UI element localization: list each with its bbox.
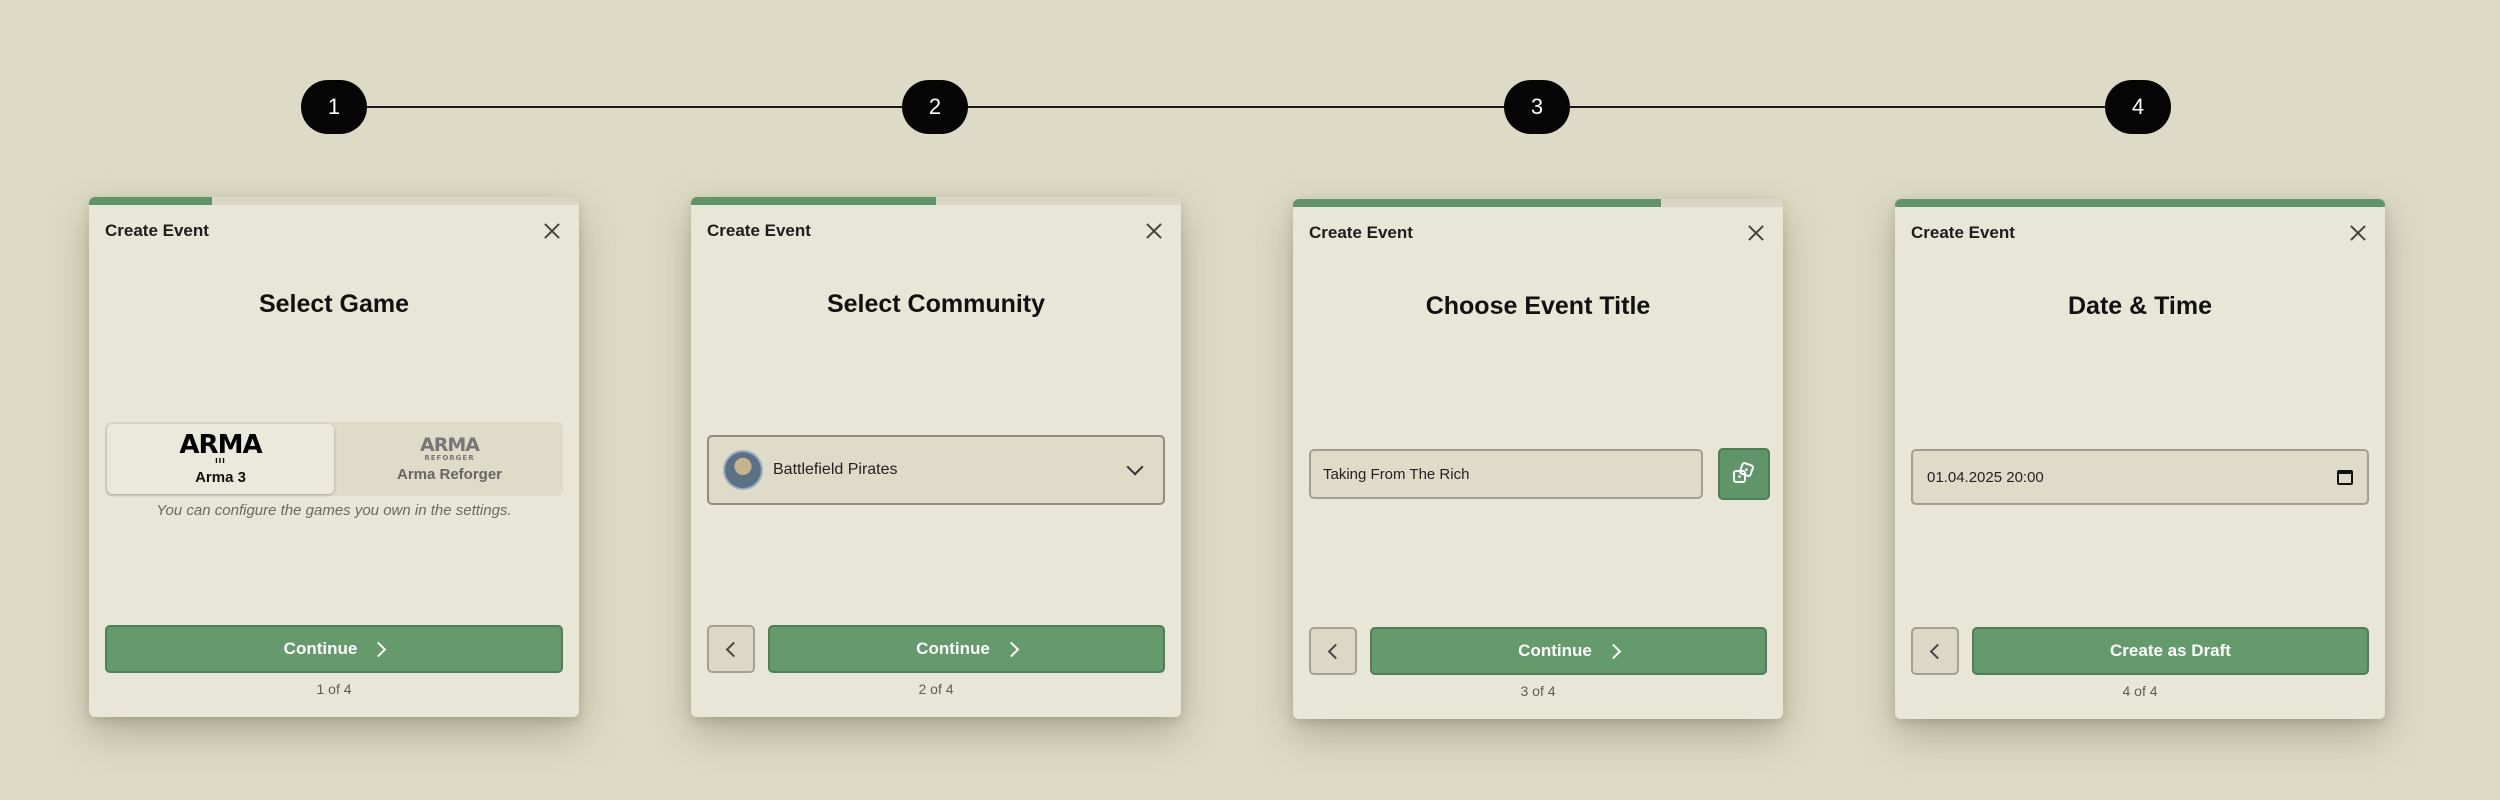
- step-4-indicator: 4: [2105, 80, 2171, 134]
- settings-hint: You can configure the games you own in t…: [156, 502, 512, 519]
- stepper-connector: [1568, 106, 2108, 108]
- community-select[interactable]: Battlefield Pirates: [707, 435, 1165, 505]
- dialog-title: Create Event: [105, 221, 209, 240]
- step-1-indicator: 1: [301, 80, 367, 134]
- chevron-left-icon: [1327, 643, 1343, 659]
- chevron-left-icon: [725, 641, 741, 657]
- datetime-value: 01.04.2025 20:00: [1927, 468, 2044, 486]
- step-counter: 1 of 4: [316, 681, 352, 697]
- dialog-header: Create Event: [707, 219, 1165, 243]
- progress-bar: [691, 197, 1181, 205]
- game-label: Arma Reforger: [396, 465, 503, 483]
- dialog-title: Create Event: [707, 221, 811, 240]
- back-button[interactable]: [1911, 627, 1959, 675]
- create-as-draft-button[interactable]: Create as Draft: [1972, 627, 2369, 675]
- progress-bar: [89, 197, 579, 205]
- dice-icon: [1733, 462, 1754, 483]
- progress-fill: [1895, 199, 2385, 207]
- chevron-right-icon: [1605, 643, 1622, 659]
- continue-label: Continue: [916, 639, 990, 658]
- arma-reforger-logo: ARMA REFORGER: [420, 433, 480, 462]
- create-event-dialog-step-2: Create Event Select Community Battlefiel…: [691, 197, 1181, 717]
- back-button[interactable]: [707, 625, 755, 673]
- continue-label: Continue: [283, 639, 358, 658]
- step-counter: 3 of 4: [1520, 683, 1556, 699]
- calendar-icon[interactable]: [2337, 469, 2353, 485]
- progress-fill: [1293, 199, 1661, 207]
- close-icon[interactable]: [1745, 222, 1767, 244]
- chevron-right-icon: [371, 641, 387, 657]
- chevron-left-icon: [1929, 643, 1945, 659]
- close-icon[interactable]: [541, 220, 563, 242]
- event-title-input[interactable]: [1309, 449, 1703, 499]
- create-event-dialog-step-4: Create Event Date & Time 01.04.2025 20:0…: [1895, 199, 2385, 719]
- stepper-connector: [966, 106, 1504, 108]
- chevron-right-icon: [1003, 641, 1020, 657]
- progress-bar: [1293, 199, 1783, 207]
- create-event-dialog-step-3: Create Event Choose Event Title Continue…: [1293, 199, 1783, 719]
- step-heading: Select Game: [258, 290, 410, 318]
- close-icon[interactable]: [1143, 220, 1165, 242]
- step-3-indicator: 3: [1504, 80, 1570, 134]
- close-icon[interactable]: [2347, 222, 2369, 244]
- dialog-title: Create Event: [1309, 223, 1413, 242]
- community-avatar: [723, 450, 763, 490]
- datetime-input[interactable]: 01.04.2025 20:00: [1911, 449, 2369, 505]
- arma-3-logo: ARMA III: [179, 430, 262, 465]
- stepper-connector: [366, 106, 906, 108]
- dialog-header: Create Event: [105, 219, 563, 243]
- step-heading: Date & Time: [2067, 292, 2213, 320]
- continue-button[interactable]: Continue: [105, 625, 563, 673]
- progress-fill: [691, 197, 936, 205]
- game-option-arma-reforger[interactable]: ARMA REFORGER Arma Reforger: [336, 422, 563, 496]
- step-counter: 2 of 4: [918, 681, 954, 697]
- chevron-down-icon: [1126, 458, 1144, 476]
- continue-button[interactable]: Continue: [1370, 627, 1767, 675]
- dialog-title: Create Event: [1911, 223, 2015, 242]
- create-as-draft-label: Create as Draft: [2110, 641, 2231, 660]
- continue-button[interactable]: Continue: [768, 625, 1165, 673]
- step-counter: 4 of 4: [2122, 683, 2158, 699]
- step-heading: Select Community: [826, 290, 1046, 318]
- continue-label: Continue: [1518, 641, 1592, 660]
- game-selector: ARMA III Arma 3 ARMA REFORGER Arma Refor…: [105, 422, 563, 496]
- game-label: Arma 3: [195, 469, 246, 486]
- progress-fill: [89, 197, 212, 205]
- create-event-dialog-step-1: Create Event Select Game ARMA III Arma 3…: [89, 197, 579, 717]
- randomize-title-button[interactable]: [1718, 448, 1770, 500]
- community-select-value: Battlefield Pirates: [773, 461, 898, 478]
- game-option-arma-3[interactable]: ARMA III Arma 3: [107, 424, 334, 494]
- progress-bar: [1895, 199, 2385, 207]
- back-button[interactable]: [1309, 627, 1357, 675]
- dialog-header: Create Event: [1309, 221, 1767, 245]
- step-2-indicator: 2: [902, 80, 968, 134]
- step-heading: Choose Event Title: [1425, 292, 1651, 320]
- dialog-header: Create Event: [1911, 221, 2369, 245]
